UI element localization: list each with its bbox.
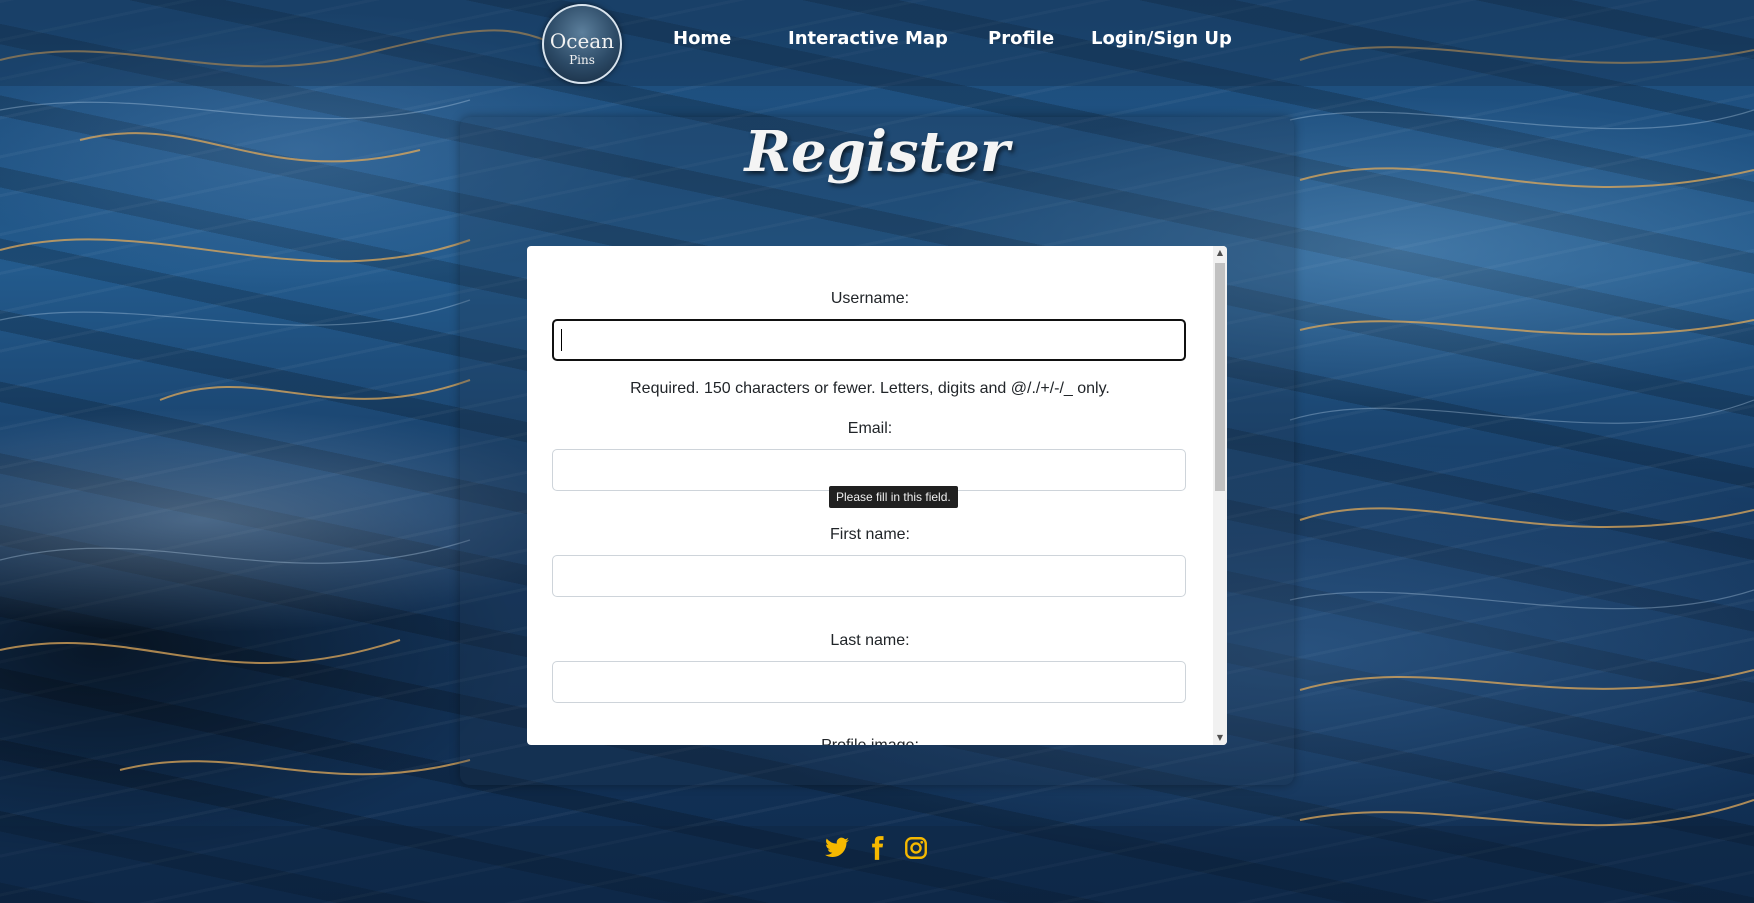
profile-image-label: Profile image: bbox=[527, 737, 1213, 745]
twitter-icon[interactable] bbox=[824, 835, 850, 861]
logo-text-ocean: Ocean bbox=[549, 29, 615, 53]
form-scrollbar[interactable]: ▲ ▼ bbox=[1213, 246, 1227, 745]
logo-text-pins: Pins bbox=[569, 53, 595, 67]
first-name-label: First name: bbox=[829, 526, 910, 543]
scroll-up-arrow-icon[interactable]: ▲ bbox=[1213, 246, 1227, 260]
facebook-icon[interactable] bbox=[864, 835, 890, 861]
scroll-down-arrow-icon[interactable]: ▼ bbox=[1213, 731, 1227, 745]
instagram-icon[interactable] bbox=[903, 835, 929, 861]
username-label: Username: bbox=[830, 290, 910, 307]
email-input[interactable] bbox=[552, 449, 1186, 491]
first-name-input[interactable] bbox=[552, 555, 1186, 597]
last-name-label: Last name: bbox=[830, 632, 910, 649]
ocean-pins-logo[interactable]: Ocean Pins bbox=[542, 4, 622, 84]
registration-form: Username: Required. 150 characters or fe… bbox=[527, 246, 1227, 745]
text-caret bbox=[561, 329, 562, 351]
scrollbar-thumb[interactable] bbox=[1215, 263, 1225, 491]
email-label: Email: bbox=[847, 420, 893, 437]
nav-link-login-signup[interactable]: Login/Sign Up bbox=[1091, 28, 1232, 49]
username-help-text: Required. 150 characters or fewer. Lette… bbox=[630, 380, 1110, 397]
nav-link-profile[interactable]: Profile bbox=[988, 28, 1054, 49]
nav-link-interactive-map[interactable]: Interactive Map bbox=[788, 28, 948, 49]
last-name-input[interactable] bbox=[552, 661, 1186, 703]
username-input[interactable] bbox=[552, 319, 1186, 361]
page-title: Register bbox=[744, 119, 1010, 185]
nav-link-home[interactable]: Home bbox=[673, 28, 731, 49]
validation-tooltip: Please fill in this field. bbox=[829, 486, 958, 508]
